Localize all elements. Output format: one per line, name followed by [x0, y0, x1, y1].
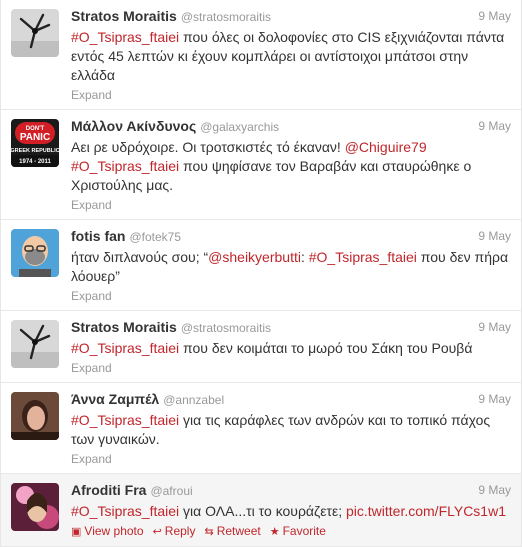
view-photo-button[interactable]: ▣ View photo: [71, 524, 144, 538]
user-name[interactable]: Stratos Moraitis: [71, 319, 177, 335]
expand-link[interactable]: Expand: [71, 197, 511, 213]
tweet-header: Stratos Moraitis @stratosmoraitis 9 May: [71, 318, 511, 336]
expand-link[interactable]: Expand: [71, 360, 511, 376]
favorite-button[interactable]: ★ Favorite: [270, 524, 326, 538]
avatar[interactable]: [11, 483, 59, 531]
hashtag-link[interactable]: #O_Tsipras_ftaiei: [309, 249, 417, 265]
retweet-icon: ⇆: [204, 526, 214, 538]
retweet-label: Retweet: [216, 524, 261, 538]
tweet-header: fotis fan @fotek75 9 May: [71, 227, 511, 245]
tweet-text-segment: που δεν κοιμάται το μωρό του Σάκη του Ρο…: [179, 340, 473, 356]
view-photo-icon: ▣: [71, 526, 82, 538]
photo-avatar-image: [11, 483, 59, 531]
tweet-actions: ▣ View photo ↩ Reply ⇆ Retweet ★ Favorite: [71, 523, 511, 540]
user-name[interactable]: fotis fan: [71, 228, 125, 244]
hashtag-link[interactable]: #O_Tsipras_ftaiei: [71, 340, 179, 356]
avatar-text-mid: PANIC: [20, 132, 50, 143]
windmill-avatar-image: [11, 9, 59, 57]
tweet-text-segment: Αει ρε υδρόχοιρε. Οι τροτσκιστές τό έκαν…: [71, 139, 345, 155]
user-handle[interactable]: @annzabel: [163, 393, 224, 407]
avatar-text-years: 1974 - 2011: [19, 159, 51, 165]
user-name[interactable]: Άννα Ζαμπέλ: [71, 391, 159, 407]
tweet-text: #O_Tsipras_ftaiei για ΟΛΑ...τι το κουράζ…: [71, 502, 511, 521]
avatar[interactable]: [11, 9, 59, 57]
view-photo-label: View photo: [84, 524, 144, 538]
reply-button[interactable]: ↩ Reply: [153, 524, 196, 538]
tweet-header: Μάλλον Ακίνδυνος @galaxyarchis 9 May: [71, 117, 511, 135]
avatar[interactable]: [11, 320, 59, 368]
media-link[interactable]: pic.twitter.com/FLYCs1w1: [346, 503, 506, 519]
reply-icon: ↩: [152, 526, 162, 538]
favorite-label: Favorite: [282, 524, 326, 538]
favorite-icon: ★: [269, 526, 280, 538]
user-name[interactable]: Afroditi Fra: [71, 482, 146, 498]
tweet-text-segment: :: [300, 249, 309, 265]
tweet-text: #O_Tsipras_ftaiei για τις καράφλες των α…: [71, 411, 511, 449]
tweet-stream: Stratos Moraitis @stratosmoraitis 9 May #…: [0, 0, 522, 547]
tweet-time[interactable]: 9 May: [478, 318, 511, 336]
expand-link[interactable]: Expand: [71, 87, 511, 103]
tweet-text: ήταν διπλανούς σου; “@sheikyerbutti: #O_…: [71, 248, 511, 286]
avatar[interactable]: [11, 392, 59, 440]
tweet[interactable]: Stratos Moraitis @stratosmoraitis 9 May #…: [1, 311, 521, 383]
tweet[interactable]: DON'T PANIC GREEK REPUBLIC 1974 - 2011 Μάλλ…: [1, 110, 521, 220]
avatar[interactable]: [11, 229, 59, 277]
mention-link[interactable]: @Chiguire79: [345, 139, 427, 155]
tweet[interactable]: Afroditi Fra @afroui 9 May #O_Tsipras_fta…: [1, 474, 521, 547]
expand-link[interactable]: Expand: [71, 451, 511, 467]
expand-link[interactable]: Expand: [71, 288, 511, 304]
tweet-time[interactable]: 9 May: [478, 117, 511, 135]
user-handle[interactable]: @fotek75: [129, 230, 181, 244]
hashtag-link[interactable]: #O_Tsipras_ftaiei: [71, 29, 179, 45]
dont-panic-avatar-image: DON'TPANICGREEK REPUBLIC1974 - 2011: [11, 119, 59, 167]
tweet-time[interactable]: 9 May: [478, 390, 511, 408]
hashtag-link[interactable]: #O_Tsipras_ftaiei: [71, 158, 179, 174]
hashtag-link[interactable]: #O_Tsipras_ftaiei: [71, 412, 179, 428]
user-name[interactable]: Stratos Moraitis: [71, 8, 177, 24]
user-handle[interactable]: @galaxyarchis: [200, 120, 279, 134]
reply-label: Reply: [164, 524, 196, 538]
tweet-time[interactable]: 9 May: [478, 481, 511, 499]
tweet[interactable]: Stratos Moraitis @stratosmoraitis 9 May #…: [1, 0, 521, 110]
tweet-time[interactable]: 9 May: [478, 227, 511, 245]
user-handle[interactable]: @stratosmoraitis: [181, 10, 271, 24]
user-handle[interactable]: @afroui: [150, 484, 192, 498]
retweet-button[interactable]: ⇆ Retweet: [204, 524, 260, 538]
tweet-text: #O_Tsipras_ftaiei που όλες οι δολοφονίες…: [71, 28, 511, 85]
tweet-time[interactable]: 9 May: [478, 7, 511, 25]
tweet-header: Stratos Moraitis @stratosmoraitis 9 May: [71, 7, 511, 25]
tweet[interactable]: Άννα Ζαμπέλ @annzabel 9 May #O_Tsipras_ft…: [1, 383, 521, 474]
woman-avatar-image: [11, 392, 59, 440]
tweet-header: Afroditi Fra @afroui 9 May: [71, 481, 511, 499]
tweet-header: Άννα Ζαμπέλ @annzabel 9 May: [71, 390, 511, 408]
tweet-text-segment: για ΟΛΑ...τι το κουράζετε;: [179, 503, 346, 519]
tweet-text: Αει ρε υδρόχοιρε. Οι τροτσκιστές τό έκαν…: [71, 138, 511, 195]
tweet-text-segment: ήταν διπλανούς σου; “: [71, 249, 209, 265]
mention-link[interactable]: @sheikyerbutti: [208, 249, 301, 265]
windmill-avatar-image: [11, 320, 59, 368]
avatar-text-sub: GREEK REPUBLIC: [11, 148, 59, 154]
user-name[interactable]: Μάλλον Ακίνδυνος: [71, 118, 196, 134]
avatar[interactable]: DON'T PANIC GREEK REPUBLIC 1974 - 2011: [11, 119, 59, 167]
tweet[interactable]: fotis fan @fotek75 9 May ήταν διπλανούς σ…: [1, 220, 521, 311]
user-handle[interactable]: @stratosmoraitis: [181, 321, 271, 335]
cartoon-avatar-image: [11, 229, 59, 277]
hashtag-link[interactable]: #O_Tsipras_ftaiei: [71, 503, 179, 519]
tweet-text: #O_Tsipras_ftaiei που δεν κοιμάται το μω…: [71, 339, 511, 358]
